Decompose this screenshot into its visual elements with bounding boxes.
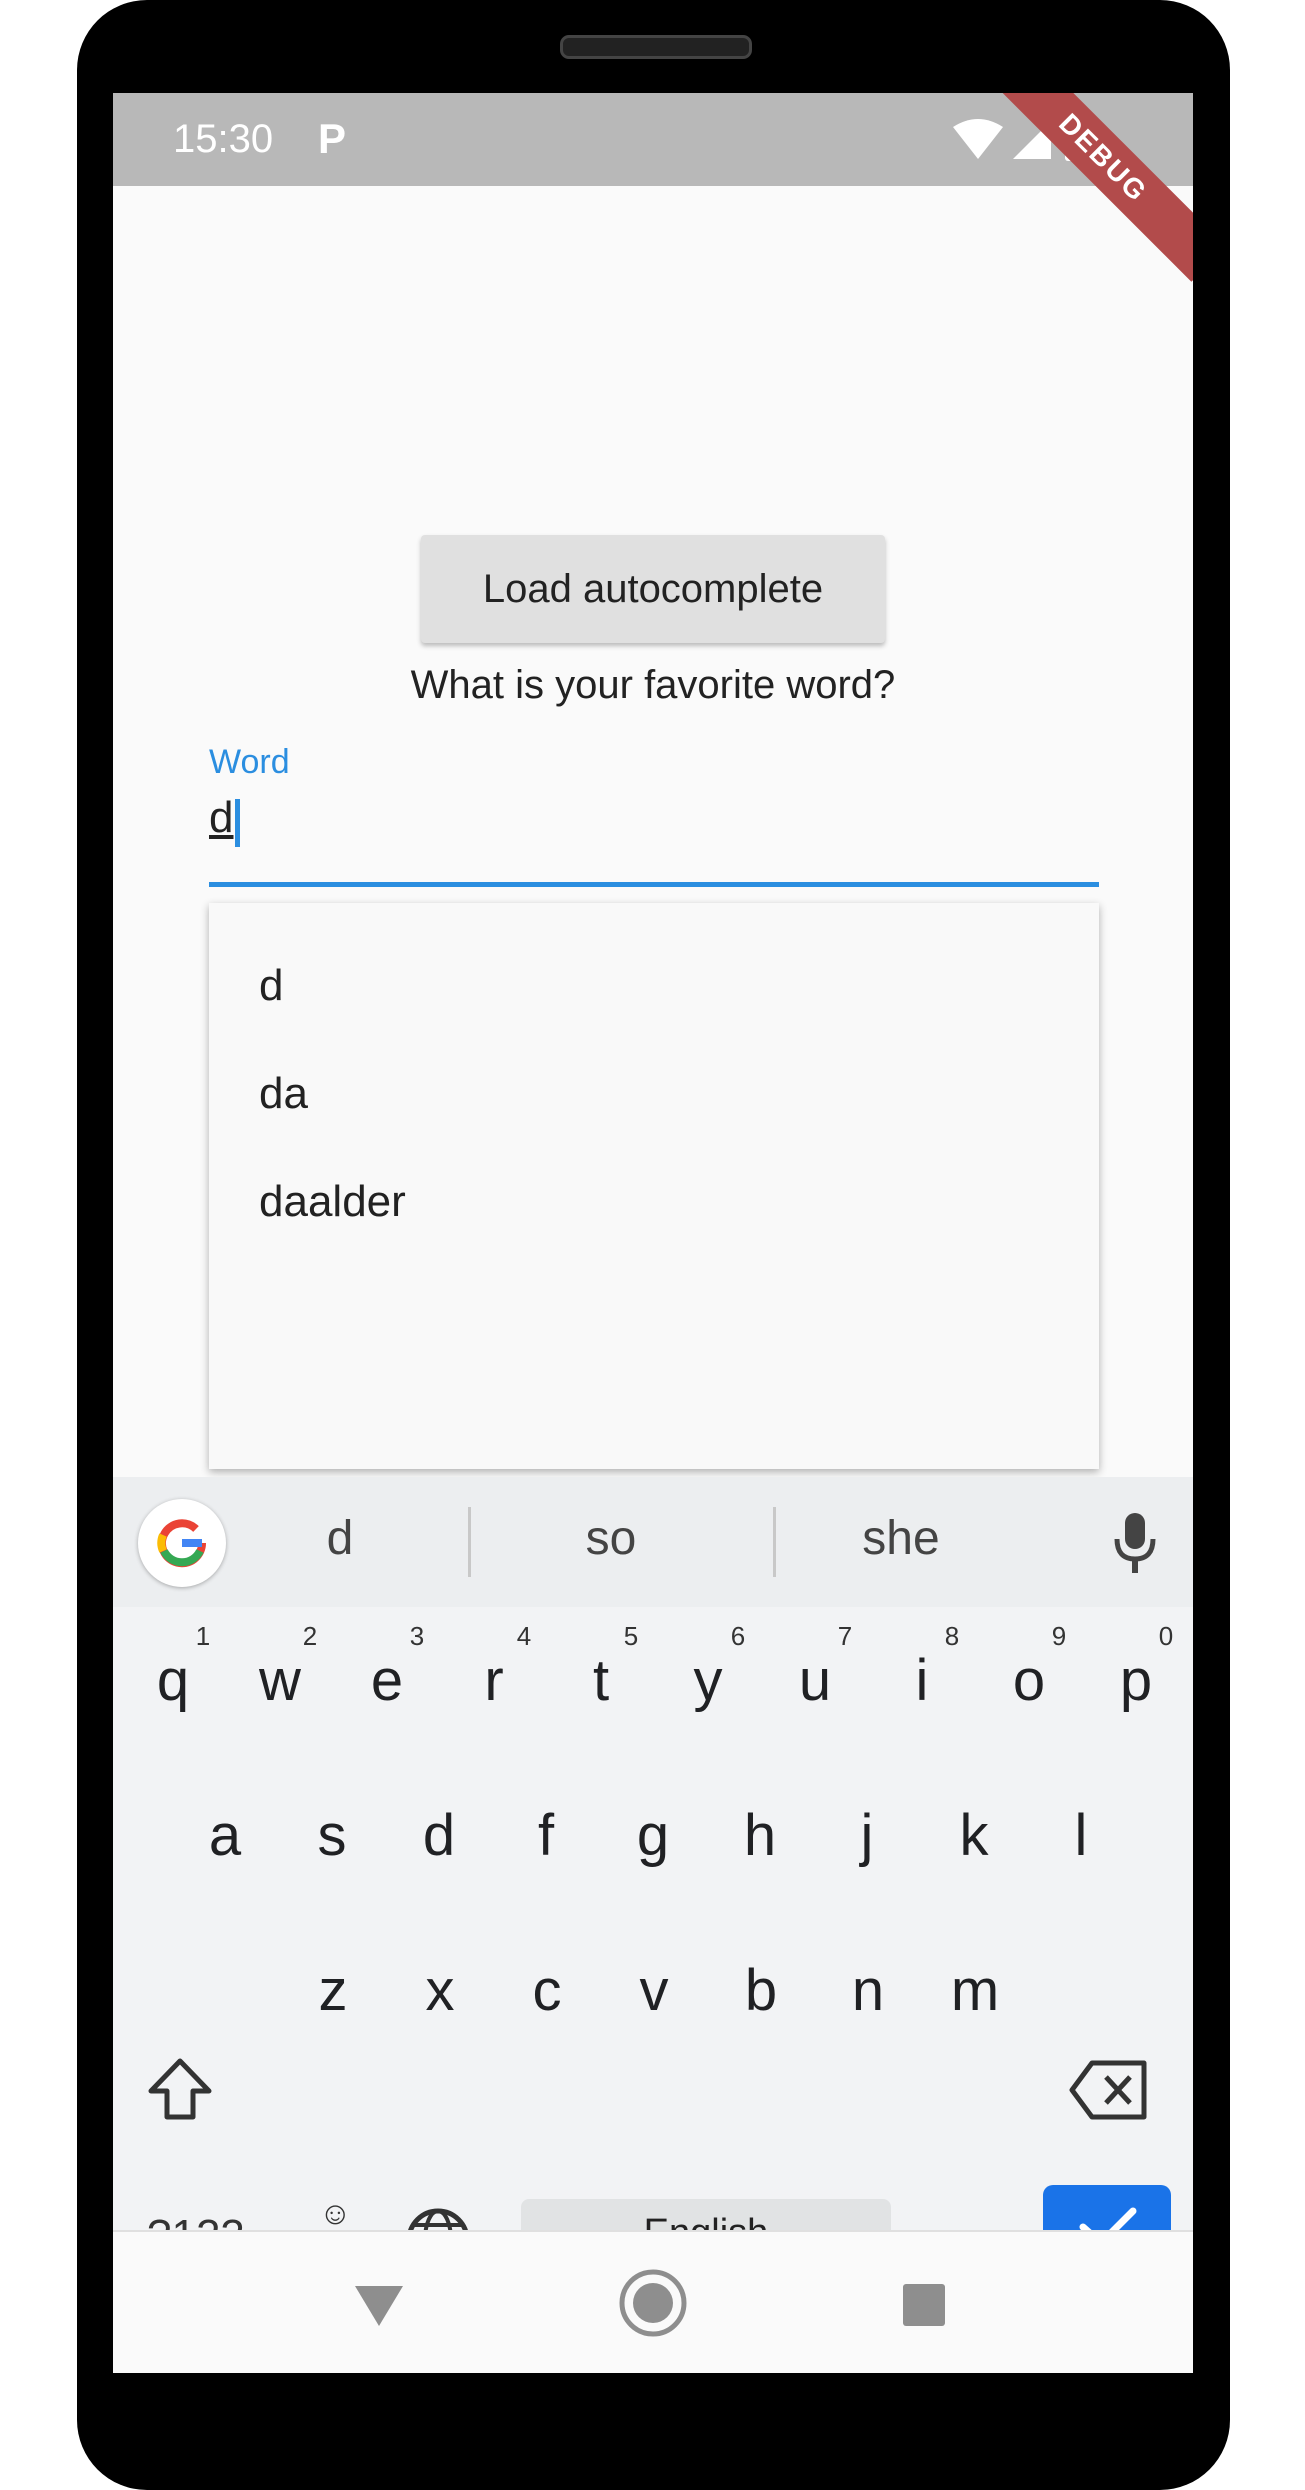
p-notification-icon: P: [318, 115, 347, 162]
key-i[interactable]: i: [877, 1647, 967, 1714]
mic-icon[interactable]: [1113, 1511, 1157, 1575]
key-d[interactable]: d: [394, 1802, 484, 1869]
key-number-hint: 5: [623, 1621, 639, 1651]
navigation-bar: [113, 2230, 1193, 2373]
shift-icon[interactable]: [145, 2055, 215, 2125]
home-icon[interactable]: [618, 2268, 688, 2338]
key-m[interactable]: m: [930, 1957, 1020, 2024]
back-icon[interactable]: [353, 2282, 405, 2328]
key-b[interactable]: b: [716, 1957, 806, 2024]
autocomplete-option[interactable]: d: [259, 961, 283, 1011]
key-q[interactable]: q: [128, 1647, 218, 1714]
autocomplete-dropdown: d da daalder: [209, 903, 1099, 1469]
word-field-underline: [209, 882, 1099, 887]
key-h[interactable]: h: [715, 1802, 805, 1869]
key-o[interactable]: o: [984, 1647, 1074, 1714]
key-g[interactable]: g: [608, 1802, 698, 1869]
key-t[interactable]: t: [556, 1647, 646, 1714]
word-field-label: Word: [209, 743, 290, 781]
suggestion-bar: d so she: [113, 1477, 1193, 1607]
key-number-hint: 1: [195, 1621, 211, 1651]
key-l[interactable]: l: [1036, 1802, 1126, 1869]
suggestion-2[interactable]: so: [471, 1511, 751, 1566]
key-c[interactable]: c: [502, 1957, 592, 2024]
key-r[interactable]: r: [449, 1647, 539, 1714]
key-s[interactable]: s: [287, 1802, 377, 1869]
key-k[interactable]: k: [929, 1802, 1019, 1869]
recents-icon[interactable]: [901, 2282, 947, 2328]
key-u[interactable]: u: [770, 1647, 860, 1714]
suggestion-1[interactable]: d: [200, 1511, 480, 1566]
key-number-hint: 9: [1051, 1621, 1067, 1651]
key-n[interactable]: n: [823, 1957, 913, 2024]
status-bar: 15:30 P DEBUG: [113, 93, 1193, 282]
key-v[interactable]: v: [609, 1957, 699, 2024]
screen: 15:30 P DEBUG Load autocomplete What is …: [113, 93, 1193, 2373]
text-caret: [235, 799, 240, 847]
key-w[interactable]: w: [235, 1647, 325, 1714]
key-number-hint: 2: [302, 1621, 318, 1651]
suggestion-3[interactable]: she: [761, 1511, 1041, 1566]
backspace-icon[interactable]: [1068, 2059, 1148, 2121]
autocomplete-option[interactable]: daalder: [259, 1177, 406, 1227]
soft-keyboard: d so she ?123 ☺ ,: [113, 1477, 1193, 2273]
key-number-hint: 4: [516, 1621, 532, 1651]
key-number-hint: 0: [1158, 1621, 1174, 1651]
key-a[interactable]: a: [180, 1802, 270, 1869]
key-z[interactable]: z: [288, 1957, 378, 2024]
key-p[interactable]: p: [1091, 1647, 1181, 1714]
key-number-hint: 6: [730, 1621, 746, 1651]
key-f[interactable]: f: [501, 1802, 591, 1869]
key-y[interactable]: y: [663, 1647, 753, 1714]
wifi-icon: [953, 119, 1003, 159]
question-text: What is your favorite word?: [410, 663, 896, 707]
word-input[interactable]: d: [209, 793, 233, 843]
key-number-hint: 3: [409, 1621, 425, 1651]
phone-speaker: [560, 35, 752, 59]
key-number-hint: 8: [944, 1621, 960, 1651]
load-autocomplete-button[interactable]: Load autocomplete: [421, 535, 885, 643]
key-j[interactable]: j: [822, 1802, 912, 1869]
key-e[interactable]: e: [342, 1647, 432, 1714]
key-number-hint: 7: [837, 1621, 853, 1651]
autocomplete-option[interactable]: da: [259, 1069, 308, 1119]
key-x[interactable]: x: [395, 1957, 485, 2024]
status-time: 15:30: [173, 117, 274, 161]
